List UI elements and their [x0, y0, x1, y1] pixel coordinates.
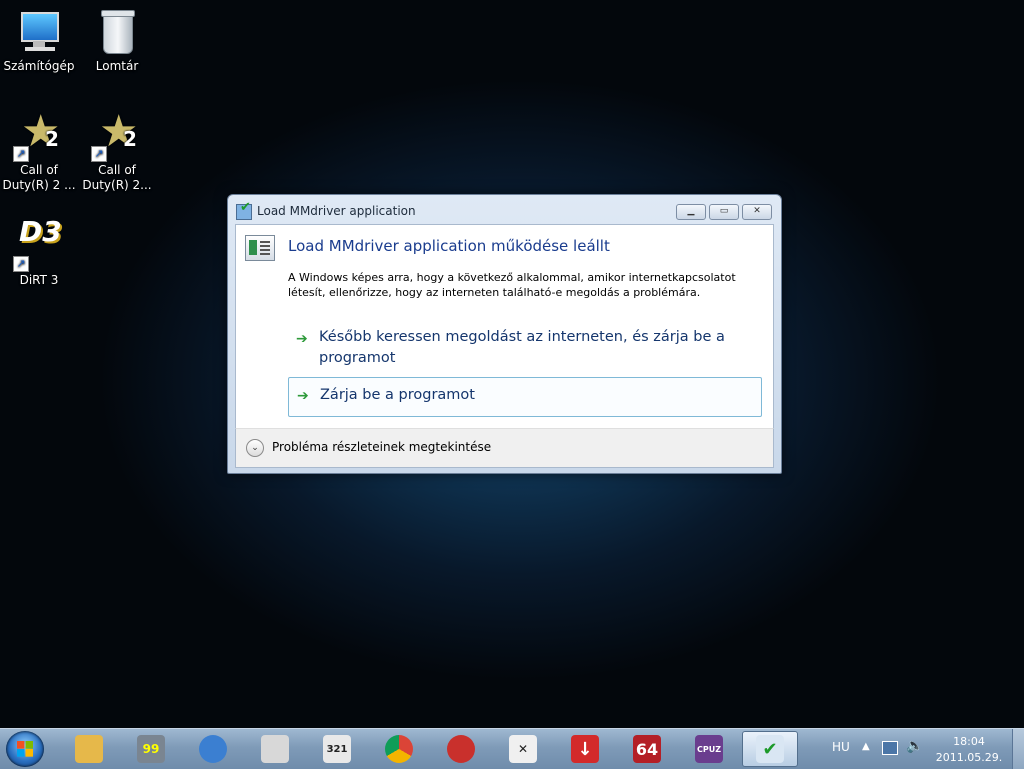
- shortcut-arrow-icon: ↗: [13, 256, 29, 272]
- desktop-icon-label: DiRT 3: [19, 273, 59, 287]
- taskbar-button-disc-burner[interactable]: [185, 731, 241, 767]
- cross-tool-icon: ✕: [509, 735, 537, 763]
- network-icon[interactable]: [882, 741, 898, 755]
- disc-burner-icon: [199, 735, 227, 763]
- maximize-button[interactable]: ▭: [709, 204, 739, 220]
- start-button[interactable]: [6, 731, 44, 767]
- desktop-icon-dirt3[interactable]: D3 ↗ DiRT 3: [0, 218, 78, 288]
- desktop-icon-label: Call of: [20, 163, 58, 177]
- dialog-content: Load MMdriver application működése leáll…: [235, 224, 774, 429]
- dialog-heading: Load MMdriver application működése leáll…: [288, 237, 610, 255]
- taskbar: 99 321 ✕ ↓ 64 CPUZ ✔ HU ▲ 🔈 18:04 2011.0…: [0, 728, 1024, 769]
- call-of-duty-2-icon: ★ 2 ↗: [13, 110, 63, 162]
- show-desktop-button[interactable]: [1012, 729, 1024, 769]
- taskbar-button-monitor[interactable]: 99: [123, 731, 179, 767]
- dialog-title: Load MMdriver application: [257, 204, 416, 218]
- taskbar-button-wolf[interactable]: [247, 731, 303, 767]
- taskbar-button-explorer[interactable]: [61, 731, 117, 767]
- clock-date: 2011.05.29.: [935, 751, 1003, 764]
- explorer-folder-icon: [75, 735, 103, 763]
- wolf-mask-icon: [261, 735, 289, 763]
- problem-reporting-icon: ✔: [756, 735, 784, 763]
- desktop-icon-computer[interactable]: Számítógép: [0, 8, 78, 74]
- show-hidden-icons-icon[interactable]: ▲: [862, 741, 870, 752]
- aida64-icon: 64: [633, 735, 661, 763]
- taskbar-button-download[interactable]: ↓: [557, 731, 613, 767]
- monitor-99-icon: 99: [137, 735, 165, 763]
- desktop-icon-recycle-bin[interactable]: Lomtár: [78, 8, 156, 74]
- recycle-bin-icon: [93, 8, 141, 56]
- check-online-close-button[interactable]: ➔ Később keressen megoldást az internete…: [288, 324, 762, 374]
- call-of-duty-2-icon: ★ 2 ↗: [91, 110, 141, 162]
- minimize-button[interactable]: ▁: [676, 204, 706, 220]
- close-program-button[interactable]: ➔ Zárja be a programot: [288, 377, 762, 417]
- dirt3-icon: D3 ↗: [13, 218, 63, 272]
- taskbar-button-flame[interactable]: [433, 731, 489, 767]
- desktop-icon-call-of-duty-2[interactable]: ★ 2 ↗ Call of Duty(R) 2...: [78, 110, 156, 193]
- chevron-down-icon[interactable]: ⌄: [246, 439, 264, 457]
- problem-details-toggle[interactable]: Probléma részleteinek megtekintése: [272, 440, 491, 454]
- desktop-icon-call-of-duty-2[interactable]: ★ 2 ↗ Call of Duty(R) 2 ...: [0, 110, 78, 193]
- dialog-titlebar[interactable]: Load MMdriver application ▁ ▭ ✕: [228, 195, 781, 225]
- clock[interactable]: 18:04 2011.05.29.: [930, 734, 1008, 766]
- flame-app-icon: [447, 735, 475, 763]
- app-title-icon: [236, 200, 252, 220]
- taskbar-button-media-player[interactable]: 321: [309, 731, 365, 767]
- media-player-classic-icon: 321: [323, 735, 351, 763]
- desktop-icon-label: Lomtár: [95, 59, 139, 73]
- close-button[interactable]: ✕: [742, 204, 772, 220]
- language-indicator[interactable]: HU: [832, 740, 850, 754]
- desktop-icon-label: Duty(R) 2 ...: [2, 178, 76, 192]
- application-icon: [245, 235, 275, 261]
- taskbar-button-aida64[interactable]: 64: [619, 731, 675, 767]
- green-arrow-icon: ➔: [296, 331, 308, 347]
- taskbar-button-cross-tool[interactable]: ✕: [495, 731, 551, 767]
- green-arrow-icon: ➔: [297, 388, 309, 404]
- clock-time: 18:04: [953, 735, 985, 748]
- command-link-label: Zárja be a programot: [320, 387, 475, 403]
- error-dialog: Load MMdriver application ▁ ▭ ✕ Load MMd…: [227, 194, 782, 474]
- taskbar-button-chrome[interactable]: [371, 731, 427, 767]
- shortcut-arrow-icon: ↗: [13, 146, 29, 162]
- dialog-description: A Windows képes arra, hogy a következő a…: [288, 271, 736, 299]
- computer-icon: [15, 8, 63, 56]
- cpu-z-icon: CPUZ: [695, 735, 723, 763]
- taskbar-button-problem-reporting[interactable]: ✔: [742, 731, 798, 767]
- dialog-footer: ⌄ Probléma részleteinek megtekintése: [235, 428, 774, 468]
- taskbar-button-cpu-z[interactable]: CPUZ: [681, 731, 737, 767]
- desktop-icon-label: Számítógép: [3, 59, 75, 73]
- chrome-icon: [385, 735, 413, 763]
- desktop-icon-label: Duty(R) 2...: [82, 178, 152, 192]
- desktop-icon-label: Call of: [98, 163, 136, 177]
- volume-icon[interactable]: 🔈: [906, 738, 923, 754]
- command-link-label: Később keressen megoldást az interneten,…: [319, 329, 725, 366]
- download-arrow-icon: ↓: [571, 735, 599, 763]
- shortcut-arrow-icon: ↗: [91, 146, 107, 162]
